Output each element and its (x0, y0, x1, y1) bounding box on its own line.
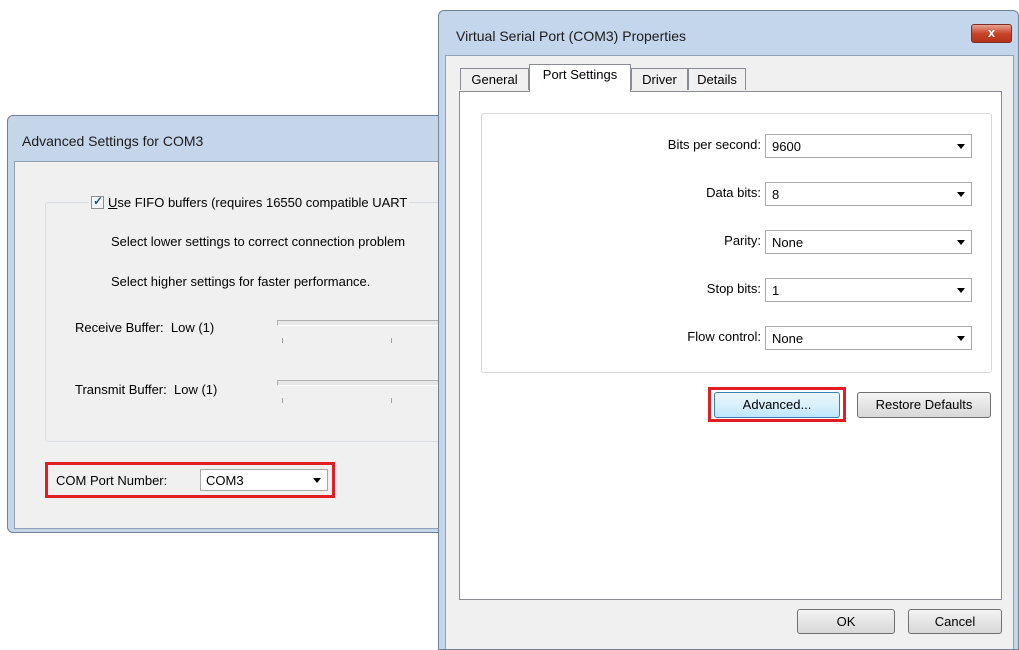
hint-lower-settings: Select lower settings to correct connect… (111, 234, 406, 249)
ok-button[interactable]: OK (797, 609, 895, 634)
receive-buffer-caption: Receive Buffer: (75, 320, 164, 335)
transmit-buffer-value: Low (1) (173, 382, 218, 397)
flow-control-value: None (772, 331, 804, 346)
close-button[interactable]: x (971, 24, 1012, 43)
bits-per-second-select[interactable]: 9600 (765, 134, 972, 158)
chevron-down-icon (313, 478, 321, 483)
bits-per-second-label: Bits per second: (667, 137, 761, 152)
slider-tick (391, 398, 392, 403)
tab-driver[interactable]: Driver (631, 68, 688, 90)
parity-label: Parity: (724, 233, 761, 248)
receive-buffer-slider[interactable] (277, 320, 446, 326)
hint-higher-settings: Select higher settings for faster perfor… (111, 274, 371, 289)
data-bits-value: 8 (772, 187, 780, 202)
transmit-buffer-label: Transmit Buffer: Low (1) (75, 382, 217, 397)
port-settings-group: Bits per second: 9600 Data bits: 8 Parit… (481, 113, 992, 373)
com-port-select[interactable]: COM3 (200, 469, 328, 491)
chevron-down-icon (957, 240, 965, 245)
tab-details[interactable]: Details (688, 68, 746, 90)
data-bits-label: Data bits: (706, 185, 761, 200)
flow-control-select[interactable]: None (765, 326, 972, 350)
slider-tick (282, 398, 283, 403)
transmit-buffer-caption: Transmit Buffer: (75, 382, 167, 397)
fifo-checkbox[interactable]: ✓ (91, 194, 104, 209)
slider-tick (282, 338, 283, 343)
advanced-settings-window: Advanced Settings for COM3 ✓ Use FIFO bu… (7, 115, 447, 533)
stop-bits-label: Stop bits: (706, 281, 761, 296)
fifo-option[interactable]: ✓ Use FIFO buffers (requires 16550 compa… (89, 194, 410, 210)
cancel-button[interactable]: Cancel (908, 609, 1002, 634)
com-port-label: COM Port Number: (56, 473, 168, 488)
chevron-down-icon (957, 144, 965, 149)
parity-select[interactable]: None (765, 230, 972, 254)
data-bits-select[interactable]: 8 (765, 182, 972, 206)
restore-defaults-button[interactable]: Restore Defaults (857, 392, 991, 418)
com-port-highlight: COM Port Number: COM3 (45, 462, 335, 498)
port-settings-panel: Bits per second: 9600 Data bits: 8 Parit… (459, 91, 1002, 600)
stop-bits-value: 1 (772, 283, 780, 298)
chevron-down-icon (957, 288, 965, 293)
properties-window: Virtual Serial Port (COM3) Properties x … (438, 10, 1019, 650)
checkmark-icon: ✓ (93, 194, 104, 208)
transmit-buffer-slider[interactable] (277, 380, 446, 386)
slider-tick (391, 338, 392, 343)
advanced-window-title: Advanced Settings for COM3 (22, 133, 204, 149)
chevron-down-icon (957, 336, 965, 341)
stop-bits-select[interactable]: 1 (765, 278, 972, 302)
receive-buffer-label: Receive Buffer: Low (1) (75, 320, 214, 335)
properties-window-title: Virtual Serial Port (COM3) Properties (456, 28, 687, 44)
chevron-down-icon (957, 192, 965, 197)
parity-value: None (772, 235, 804, 250)
close-icon: x (987, 25, 996, 40)
com-port-value: COM3 (206, 473, 244, 488)
properties-window-client: General Port Settings Driver Details Bit… (445, 55, 1014, 649)
advanced-button[interactable]: Advanced... (714, 392, 840, 418)
bits-per-second-value: 9600 (772, 139, 801, 154)
flow-control-label: Flow control: (687, 329, 761, 344)
receive-buffer-value: Low (1) (170, 320, 215, 335)
tab-general[interactable]: General (460, 68, 529, 90)
tab-port-settings[interactable]: Port Settings (529, 64, 631, 92)
fifo-checkbox-label: Use FIFO buffers (requires 16550 compati… (108, 195, 408, 210)
advanced-window-client: ✓ Use FIFO buffers (requires 16550 compa… (14, 161, 446, 529)
